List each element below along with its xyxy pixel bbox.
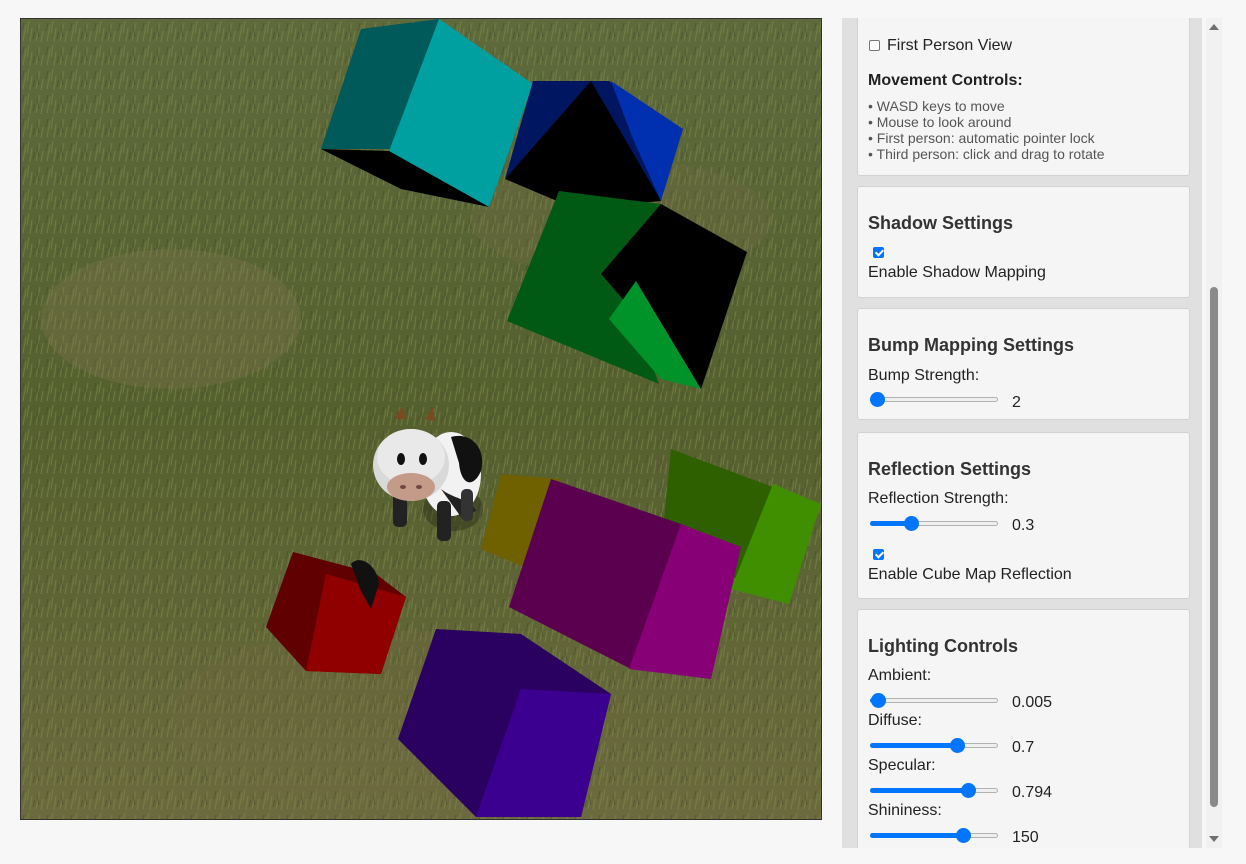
first-person-label: First Person View [887,37,1013,54]
specular-value: 0.794 [1012,784,1053,801]
scroll-down-icon[interactable] [1209,836,1219,842]
movement-item: • First person: automatic pointer lock [868,130,1095,146]
diffuse-label: Diffuse: [868,712,922,729]
movement-item: • Third person: click and drag to rotate [868,146,1105,162]
bump-strength-label: Bump Strength: [868,367,980,384]
shadow-mapping-checkbox[interactable] [873,247,884,258]
cube-map-reflection-label: Enable Cube Map Reflection [868,566,1072,583]
bump-mapping-title: Bump Mapping Settings [868,335,1074,355]
diffuse-slider[interactable] [870,737,998,753]
bump-mapping-card: Bump Mapping Settings Bump Strength: 2 [857,308,1190,420]
slider-thumb[interactable] [870,693,886,708]
scrollbar-thumb[interactable] [1210,287,1218,807]
diffuse-value: 0.7 [1012,739,1035,756]
reflection-settings-title: Reflection Settings [868,459,1032,479]
reflection-settings-card: Reflection Settings Reflection Strength:… [857,432,1190,599]
first-person-checkbox[interactable] [869,40,880,51]
movement-item: • Mouse to look around [868,114,1012,130]
specular-slider[interactable] [870,782,998,798]
slider-thumb[interactable] [904,516,920,531]
cube-map-reflection-checkbox[interactable] [873,549,884,560]
shadow-settings-title: Shadow Settings [868,213,1014,233]
shadow-mapping-label: Enable Shadow Mapping [868,264,1046,281]
slider-thumb[interactable] [955,828,971,843]
scroll-up-icon[interactable] [1209,24,1219,30]
lighting-controls-title: Lighting Controls [868,636,1018,656]
slider-thumb[interactable] [870,392,885,407]
reflection-strength-slider[interactable] [870,515,998,531]
panel-scrollbar[interactable] [1206,18,1222,848]
specular-label: Specular: [868,757,936,774]
reflection-strength-label: Reflection Strength: [868,490,1009,507]
bump-strength-slider[interactable] [870,391,998,407]
webgl-canvas[interactable] [20,18,822,820]
ambient-slider[interactable] [870,692,998,708]
movement-card: First Person View Movement Controls: • W… [857,18,1190,176]
bump-strength-value: 2 [1012,394,1021,411]
ambient-label: Ambient: [868,667,932,684]
controls-panel: First Person View Movement Controls: • W… [842,18,1202,848]
shininess-label: Shininess: [868,802,942,819]
lighting-controls-card: Lighting Controls Ambient: 0.005 Diffuse… [857,609,1190,848]
shininess-value: 150 [1012,829,1039,846]
reflection-strength-value: 0.3 [1012,517,1035,534]
movement-item: • WASD keys to move [868,98,1005,114]
shadow-settings-card: Shadow Settings Enable Shadow Mapping [857,186,1190,298]
shininess-slider[interactable] [870,827,998,843]
ambient-value: 0.005 [1012,694,1053,711]
slider-thumb[interactable] [960,783,976,798]
movement-controls-title: Movement Controls: [868,72,1023,89]
slider-thumb[interactable] [949,738,965,753]
